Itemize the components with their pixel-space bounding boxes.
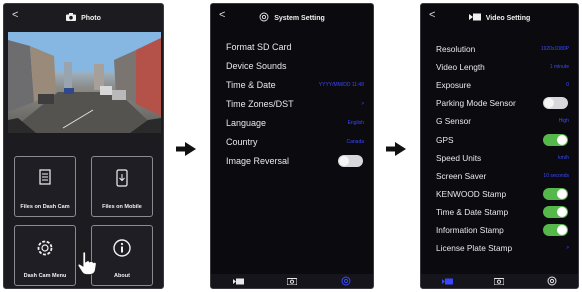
setting-country[interactable]: Country Canada <box>211 132 373 151</box>
setting-language[interactable]: Language English <box>211 114 373 133</box>
setting-label: G Sensor <box>436 116 472 127</box>
system-setting-screen: < System Setting Format SD Card Device S… <box>210 3 374 289</box>
gps-toggle[interactable] <box>543 133 568 146</box>
setting-time-date-stamp: Time & Date Stamp <box>421 203 578 221</box>
setting-time-date[interactable]: Time & Date YYYY/MM/DD 11:48 <box>211 76 373 95</box>
setting-screen-saver[interactable]: Screen Saver 10 seconds <box>421 167 578 185</box>
setting-exposure[interactable]: Exposure 0 <box>421 76 578 94</box>
document-icon <box>38 169 52 188</box>
setting-g-sensor[interactable]: G Sensor High <box>421 112 578 130</box>
tile-label: About <box>114 273 130 279</box>
setting-label: License Plate Stamp <box>436 243 513 254</box>
setting-label: Video Length <box>436 62 485 73</box>
setting-label: Screen Saver <box>436 170 487 181</box>
setting-label: KENWOOD Stamp <box>436 188 507 199</box>
arrow-right-icon <box>176 142 196 161</box>
tap-hand-icon <box>74 250 100 281</box>
setting-image-reversal: Image Reversal <box>211 151 373 170</box>
camera-icon <box>66 13 77 23</box>
setting-value: Canada <box>346 138 364 145</box>
setting-label: Information Stamp <box>436 224 504 235</box>
tile-label: Dash Cam Menu <box>23 273 67 279</box>
setting-label: GPS <box>436 134 454 145</box>
page-title: System Setting <box>274 14 325 22</box>
setting-resolution[interactable]: Resolution 1920x1080P <box>421 40 578 58</box>
settings-tab-icon[interactable] <box>339 276 353 286</box>
setting-label: Exposure <box>436 80 472 91</box>
dashcam-photo <box>8 32 161 133</box>
setting-label: Image Reversal <box>226 155 290 166</box>
setting-label: Parking Mode Sensor <box>436 98 516 109</box>
video-tab-icon[interactable] <box>231 276 245 286</box>
setting-value: 0 <box>566 82 569 89</box>
page-title: Video Setting <box>485 14 531 22</box>
setting-time-zones[interactable]: Time Zones/DST > <box>211 95 373 114</box>
setting-label: Language <box>226 118 267 128</box>
video-settings-list: Resolution 1920x1080P Video Length 1 min… <box>421 40 578 257</box>
setting-value: 1920x1080P <box>540 46 569 53</box>
setting-information-stamp: Information Stamp <box>421 221 578 239</box>
information-stamp-toggle[interactable] <box>543 223 568 236</box>
bottom-nav <box>211 274 373 288</box>
setting-device-sounds[interactable]: Device Sounds <box>211 57 373 76</box>
setting-license-plate-stamp[interactable]: License Plate Stamp > <box>421 239 578 257</box>
tile-label: Files on Mobile <box>102 204 142 210</box>
setting-parking-mode-sensor: Parking Mode Sensor <box>421 94 578 112</box>
photo-tab-icon[interactable] <box>285 276 299 286</box>
back-button[interactable]: < <box>429 9 435 21</box>
bottom-nav <box>421 274 578 288</box>
arrow-right-icon <box>386 142 406 161</box>
setting-kenwood-stamp: KENWOOD Stamp <box>421 185 578 203</box>
parking-mode-sensor-toggle[interactable] <box>543 97 568 110</box>
files-on-dash-cam-button[interactable]: Files on Dash Cam <box>14 156 76 217</box>
setting-label: Time Zones/DST <box>226 99 294 110</box>
dash-cam-menu-button[interactable]: Dash Cam Menu <box>14 225 76 286</box>
setting-value: YYYY/MM/DD 11:48 <box>318 82 364 89</box>
system-settings-list: Format SD Card Device Sounds Time & Date… <box>211 38 373 170</box>
video-setting-topbar: < Video Setting <box>421 4 578 32</box>
photo-tab-icon[interactable] <box>492 276 506 286</box>
mobile-download-icon <box>116 169 128 189</box>
back-button[interactable]: < <box>12 9 18 21</box>
settings-gear-icon <box>259 12 269 24</box>
setting-value: High <box>558 118 569 125</box>
setting-value: 1 minute <box>549 64 569 71</box>
setting-label: Device Sounds <box>226 61 287 72</box>
back-button[interactable]: < <box>219 9 225 21</box>
setting-format-sd-card[interactable]: Format SD Card <box>211 38 373 57</box>
setting-label: Country <box>226 136 258 147</box>
info-icon <box>112 238 132 260</box>
image-reversal-toggle[interactable] <box>338 154 363 167</box>
setting-label: Speed Units <box>436 152 482 163</box>
settings-tab-icon[interactable] <box>545 276 559 286</box>
photo-topbar: < Photo <box>4 4 163 32</box>
setting-label: Format SD Card <box>226 42 292 53</box>
video-setting-screen: < Video Setting Resolution 1920x1080P Vi… <box>420 3 579 289</box>
kenwood-stamp-toggle[interactable] <box>543 187 568 200</box>
setting-value: English <box>347 120 364 126</box>
chevron-right-icon: > <box>566 245 569 252</box>
time-date-stamp-toggle[interactable] <box>543 205 568 218</box>
chevron-right-icon: > <box>361 101 364 108</box>
setting-video-length[interactable]: Video Length 1 minute <box>421 58 578 76</box>
setting-value: km/h <box>558 154 569 161</box>
setting-gps: GPS <box>421 130 578 148</box>
files-on-mobile-button[interactable]: Files on Mobile <box>91 156 153 217</box>
setting-label: Resolution <box>436 44 476 55</box>
photo-screen: < Photo Files on Dash Cam Files on Mobil… <box>3 3 164 289</box>
about-button[interactable]: About <box>91 225 153 286</box>
setting-value: 10 seconds <box>543 172 569 179</box>
tile-label: Files on Dash Cam <box>20 204 70 210</box>
system-setting-topbar: < System Setting <box>211 4 373 32</box>
setting-label: Time & Date <box>226 80 276 91</box>
video-tab-icon[interactable] <box>440 276 454 286</box>
setting-label: Time & Date Stamp <box>436 206 509 217</box>
setting-speed-units[interactable]: Speed Units km/h <box>421 149 578 167</box>
video-camera-icon <box>468 13 481 23</box>
gear-icon <box>35 238 55 260</box>
page-title: Photo <box>81 14 101 22</box>
